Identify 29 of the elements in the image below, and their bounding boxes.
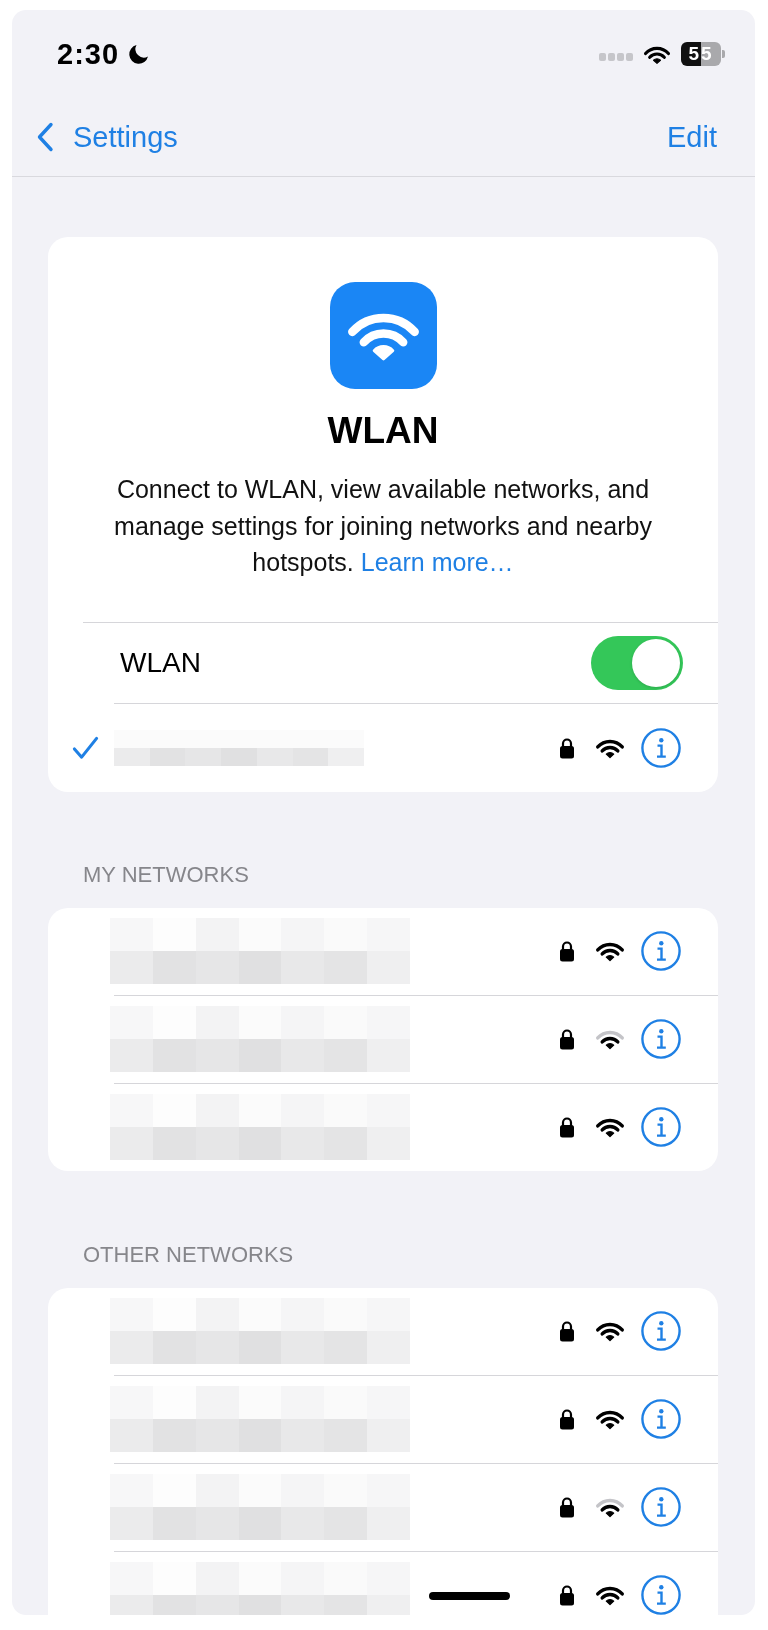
chevron-left-icon — [36, 122, 54, 152]
info-icon — [641, 1107, 681, 1147]
info-button[interactable] — [641, 727, 681, 768]
wifi-app-icon — [329, 282, 437, 389]
info-button[interactable] — [641, 1575, 681, 1615]
wlan-switch-label: WLAN — [120, 646, 201, 679]
section-header: MY NETWORKS — [83, 860, 250, 889]
section-header: OTHER NETWORKS — [83, 1240, 295, 1269]
info-icon — [641, 1019, 681, 1059]
info-icon — [641, 1399, 681, 1439]
info-button[interactable] — [641, 1019, 681, 1059]
signal-dots-icon — [599, 53, 633, 61]
info-button[interactable] — [641, 931, 681, 971]
info-icon — [641, 727, 681, 768]
info-button[interactable] — [641, 1487, 681, 1527]
info-icon — [641, 1311, 681, 1351]
info-icon — [641, 1575, 681, 1615]
wlan-toggle[interactable] — [591, 635, 683, 690]
wlan-description: Connect to WLAN, view available networks, and manage settings for joining networks and nearby hotspots. Learn more… — [113, 474, 653, 578]
info-icon — [641, 931, 681, 971]
status-time: 2:30 — [57, 37, 120, 71]
info-icon — [641, 1487, 681, 1527]
info-button[interactable] — [641, 1399, 681, 1439]
info-button[interactable] — [641, 1311, 681, 1351]
wlan-title: WLAN — [327, 409, 439, 453]
learn-more-link[interactable]: Learn more… — [360, 548, 514, 576]
back-button[interactable]: Settings — [36, 120, 178, 154]
edit-button[interactable]: Edit — [667, 120, 717, 154]
info-button[interactable] — [641, 1107, 681, 1147]
